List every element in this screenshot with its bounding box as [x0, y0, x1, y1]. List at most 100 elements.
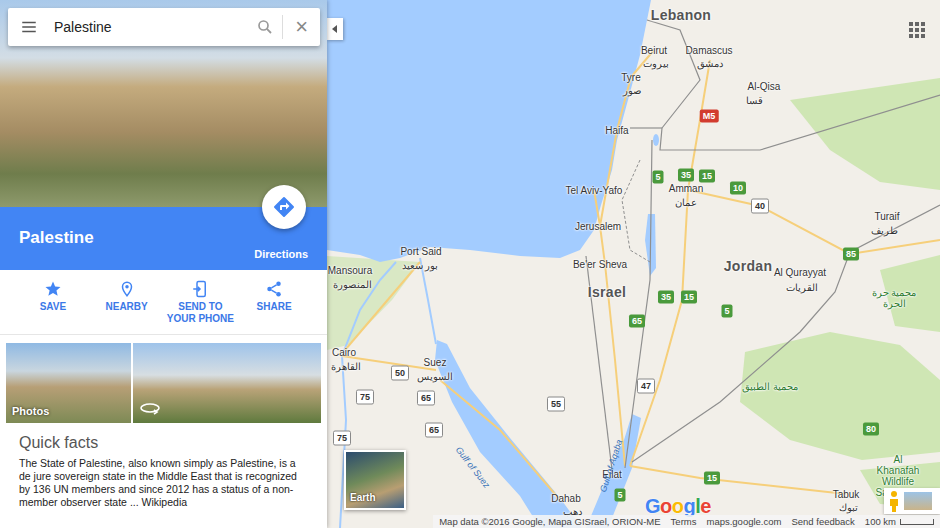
- quick-facts-title: Quick facts: [19, 433, 308, 453]
- road-shield: 5: [652, 171, 663, 184]
- city-label[interactable]: صور: [623, 85, 641, 96]
- nearby-button[interactable]: NEARBY: [90, 280, 164, 328]
- park-label[interactable]: محمية حرة الحرة: [871, 287, 917, 309]
- search-input[interactable]: [46, 17, 248, 38]
- road-shield: 10: [730, 182, 746, 195]
- search-divider: [282, 15, 283, 39]
- action-row: SAVE NEARBY SEND TO YOUR PHONE SHARE: [0, 270, 327, 335]
- country-label[interactable]: Jordan: [724, 259, 772, 274]
- city-label[interactable]: Haifa: [605, 125, 628, 136]
- street-view-thumbnail[interactable]: [133, 343, 321, 423]
- directions-label[interactable]: Directions: [254, 246, 308, 263]
- city-label[interactable]: القاهرة: [331, 361, 361, 372]
- road-shield: 47: [637, 379, 655, 394]
- city-label[interactable]: Port Said: [400, 246, 441, 257]
- street-view-control[interactable]: [884, 488, 940, 514]
- city-label[interactable]: السويس: [417, 371, 453, 382]
- road-shield: 40: [751, 199, 769, 214]
- map-view[interactable]: Lebanon Beirut بيروت Damascus دمشق Al-Qisa قسا…: [327, 0, 940, 528]
- menu-icon[interactable]: [18, 16, 40, 38]
- country-label[interactable]: Israel: [588, 285, 626, 300]
- quick-facts: Quick facts The State of Palestine, also …: [0, 423, 327, 509]
- action-label: NEARBY: [106, 301, 148, 313]
- search-icon[interactable]: [254, 16, 276, 38]
- directions-icon[interactable]: [262, 185, 306, 229]
- earth-label: Earth: [350, 490, 376, 505]
- city-label[interactable]: Tabuk: [833, 489, 860, 500]
- action-label: SHARE: [257, 301, 292, 313]
- terms-link[interactable]: Terms: [671, 515, 697, 528]
- city-label[interactable]: دمشق: [697, 58, 723, 69]
- city-label[interactable]: Cairo: [332, 347, 356, 358]
- imagery-thumbnail: [904, 492, 932, 510]
- city-label[interactable]: Suez: [424, 357, 447, 368]
- collapse-arrow-icon[interactable]: [327, 18, 343, 40]
- city-label[interactable]: Amman: [669, 183, 703, 194]
- road-shield: 65: [417, 391, 435, 406]
- road-shield: 80: [863, 423, 879, 436]
- panorama-icon: [139, 395, 161, 419]
- road-shield: 15: [681, 291, 697, 304]
- map-footer: Map data ©2016 Google, Mapa GISrael, ORI…: [433, 515, 940, 528]
- city-label[interactable]: Beirut: [641, 45, 667, 56]
- road-shield: 5: [614, 489, 625, 502]
- action-label: SEND TO YOUR PHONE: [166, 301, 236, 325]
- action-label: SAVE: [40, 301, 67, 313]
- photos-thumbnail[interactable]: Photos: [6, 343, 131, 423]
- maps-url[interactable]: maps.google.com: [706, 515, 781, 528]
- apps-grid-icon[interactable]: [908, 17, 926, 41]
- road-shield: 35: [658, 291, 674, 304]
- send-feedback-link[interactable]: Send feedback: [791, 515, 854, 528]
- quick-facts-text: The State of Palestine, also known simpl…: [19, 457, 308, 509]
- city-label[interactable]: Tel Aviv-Yafo: [566, 185, 623, 196]
- place-title: Palestine: [19, 225, 94, 251]
- road-shield: 15: [704, 472, 720, 485]
- city-label[interactable]: Dahab: [551, 493, 580, 504]
- city-label[interactable]: Tyre: [621, 72, 640, 83]
- city-label[interactable]: تبوك: [839, 502, 858, 513]
- road-shield: 5: [721, 305, 732, 318]
- earth-toggle[interactable]: Earth: [344, 450, 406, 510]
- city-label[interactable]: Al Qurayyat: [774, 267, 826, 278]
- pin-icon: [118, 280, 136, 298]
- road-shield: 75: [333, 431, 351, 446]
- side-panel: × Palestine Directions SAVE NEARBY SEND TO YO…: [0, 0, 327, 528]
- road-shield: 15: [699, 170, 715, 183]
- road-shield: 85: [843, 248, 859, 261]
- city-label[interactable]: Be'er Sheva: [573, 259, 627, 270]
- map-data-credit: Map data ©2016 Google, Mapa GISrael, ORI…: [439, 515, 660, 528]
- country-label[interactable]: Lebanon: [651, 8, 711, 23]
- city-label[interactable]: عمان: [675, 197, 697, 208]
- pegman-icon: [888, 490, 900, 512]
- scale: 100 km: [865, 515, 934, 528]
- photos-label: Photos: [12, 403, 49, 420]
- share-icon: [265, 280, 283, 298]
- city-label[interactable]: القريات: [786, 282, 818, 293]
- scale-label: 100 km: [865, 515, 896, 528]
- search-box: ×: [8, 8, 320, 46]
- road-shield: 55: [547, 397, 565, 412]
- road-shield: 50: [391, 366, 409, 381]
- save-button[interactable]: SAVE: [16, 280, 90, 328]
- city-label[interactable]: بور سعيد: [402, 260, 439, 271]
- city-label[interactable]: قسا: [746, 95, 763, 106]
- star-icon: [44, 280, 62, 298]
- send-to-phone-button[interactable]: SEND TO YOUR PHONE: [164, 280, 238, 328]
- city-label[interactable]: Jerusalem: [575, 221, 621, 232]
- road-shield: M5: [700, 110, 719, 123]
- share-button[interactable]: SHARE: [237, 280, 311, 328]
- maps-app: × Palestine Directions SAVE NEARBY SEND TO YO…: [0, 0, 940, 528]
- photo-row: Photos: [0, 335, 327, 423]
- city-label[interactable]: Mansoura: [328, 265, 372, 276]
- road-shield: 65: [629, 315, 645, 328]
- city-label[interactable]: المنصورة: [333, 279, 372, 290]
- park-label[interactable]: محمية الطبيق: [742, 381, 798, 392]
- road-shield: 65: [425, 423, 443, 438]
- road-shield: 35: [678, 169, 694, 182]
- clear-button[interactable]: ×: [289, 16, 314, 38]
- city-label[interactable]: Al-Qisa: [748, 81, 781, 92]
- city-label[interactable]: Damascus: [685, 45, 732, 56]
- city-label[interactable]: Turaif: [874, 211, 899, 222]
- city-label[interactable]: بيروت: [643, 58, 669, 69]
- city-label[interactable]: طريف: [871, 225, 898, 236]
